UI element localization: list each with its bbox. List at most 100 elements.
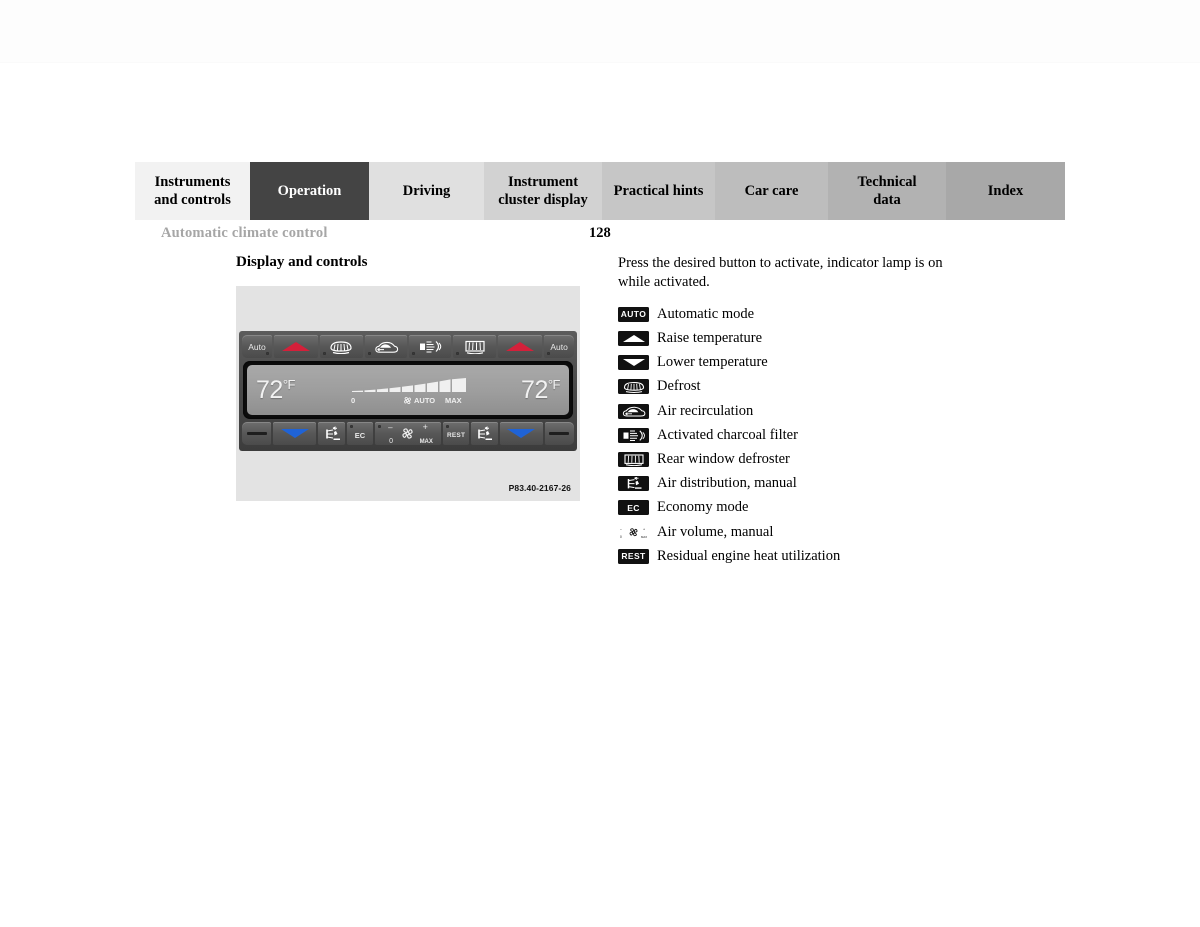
dash-icon [549, 432, 570, 435]
air-volume-scale: 0 AUTO MAX [346, 370, 470, 410]
indicator-lamp [367, 352, 371, 355]
raise-temperature-icon [505, 342, 534, 351]
legend-item: EC Economy mode [618, 496, 1038, 520]
raise-temperature-left-button[interactable] [273, 335, 319, 358]
chapter-tab-bar: Instruments and controls Operation Driving… [135, 162, 1065, 220]
air-volume-plus-label: + [422, 422, 428, 432]
air-volume-button[interactable]: – 0 + MAX [375, 422, 441, 445]
indicator-lamp [349, 425, 353, 428]
auto-left-button[interactable]: Auto [242, 335, 272, 358]
ec-text: EC [627, 502, 640, 513]
legend-item: Air recirculation [618, 399, 1038, 423]
air-distribution-left-button[interactable] [318, 422, 345, 445]
air-recirculation-icon [375, 341, 398, 353]
lower-temperature-icon [507, 429, 536, 438]
lower-temperature-left-button[interactable] [273, 422, 317, 445]
defrost-button[interactable] [320, 335, 363, 358]
lower-temperature-icon [618, 355, 649, 371]
economy-mode-button[interactable]: EC [346, 422, 374, 445]
page-number: 128 [589, 225, 611, 241]
lower-temperature-icon [622, 359, 645, 367]
legend-item: Activated charcoal filter [618, 423, 1038, 447]
scale-min-label: 0 [351, 396, 356, 405]
indicator-lamp [323, 352, 327, 355]
residual-heat-button[interactable]: REST [442, 422, 470, 445]
figure-caption: P83.40-2167-26 [508, 483, 571, 493]
defrost-icon [330, 341, 353, 354]
residual-heat-label: REST [447, 432, 466, 439]
right-temperature-unit: °F [547, 376, 561, 392]
tab-label: Instrument cluster display [498, 173, 588, 208]
tab-index[interactable]: Index [946, 162, 1065, 220]
legend-item-label: Air volume, manual [657, 523, 774, 540]
tab-label: Practical hints [613, 182, 704, 199]
legend-item-label: Rear window defroster [657, 450, 790, 467]
right-column: Press the desired button to activate, in… [618, 254, 1038, 568]
indicator-lamp [547, 352, 551, 355]
dash-icon [246, 432, 267, 435]
legend-item-label: Raise temperature [657, 330, 763, 347]
tab-instruments-and-controls[interactable]: Instruments and controls [135, 162, 250, 220]
air-volume-zero-label: 0 [389, 438, 393, 445]
lower-temperature-right-button[interactable] [499, 422, 543, 445]
tab-practical-hints[interactable]: Practical hints [602, 162, 715, 220]
legend-item-label: Activated charcoal filter [657, 426, 798, 443]
air-distribution-icon [325, 426, 340, 440]
intro-paragraph: Press the desired button to activate, in… [618, 255, 943, 291]
legend-item: Air distribution, manual [618, 472, 1038, 496]
indicator-lamp [412, 352, 416, 355]
blank-left-button[interactable] [242, 422, 272, 445]
right-temperature-value: 72 [521, 375, 548, 404]
running-head: Automatic climate control [161, 225, 328, 241]
tab-operation[interactable]: Operation [250, 162, 369, 220]
air-recirculation-button[interactable] [364, 335, 408, 358]
auto-right-button[interactable]: Auto [544, 335, 575, 358]
left-column: Display and controls Auto Auto 72°F 0 AU… [236, 254, 580, 501]
rear-window-defroster-icon [618, 451, 649, 467]
tab-technical-data[interactable]: Technical data [828, 162, 946, 220]
legend-item-label: Automatic mode [657, 305, 755, 322]
left-temperature-readout: 72°F [256, 376, 295, 405]
auto-right-label: Auto [550, 341, 568, 352]
indicator-lamp [378, 425, 382, 428]
raise-temperature-icon [622, 335, 645, 343]
air-distribution-right-button[interactable] [471, 422, 498, 445]
legend-item: – 0 + MAX Air volume, manual [618, 520, 1038, 544]
legend-item: Defrost [618, 375, 1038, 399]
lower-temperature-icon [280, 429, 309, 438]
indicator-lamp [456, 352, 460, 355]
top-button-row: Auto Auto [242, 335, 575, 358]
fan-glyph-icon [403, 396, 412, 406]
tab-car-care[interactable]: Car care [715, 162, 828, 220]
scale-labels: 0 AUTO MAX [346, 396, 470, 408]
bottom-button-row: EC – 0 + MAX REST [242, 422, 574, 445]
left-temperature-unit: °F [282, 376, 296, 392]
section-subheading: Display and controls [236, 254, 368, 270]
rest-text: REST [621, 551, 646, 562]
tab-driving[interactable]: Driving [369, 162, 484, 220]
rear-defroster-icon [465, 340, 485, 354]
raise-temperature-icon [618, 331, 649, 347]
auto-text: AUTO [620, 309, 647, 320]
legend-list: AUTO Automatic mode Raise temperature Lower… [618, 302, 1038, 568]
tab-label: Operation [277, 182, 342, 199]
raise-temperature-icon [282, 342, 311, 351]
svg-text:MAX: MAX [641, 535, 647, 539]
charcoal-filter-button[interactable] [409, 335, 452, 358]
tab-instrument-cluster-display[interactable]: Instrument cluster display [484, 162, 602, 220]
legend-item: Lower temperature [618, 351, 1038, 375]
legend-item-label: Defrost [657, 378, 701, 395]
legend-item: Raise temperature [618, 326, 1038, 350]
air-volume-max-label: MAX [419, 439, 433, 445]
air-volume-icon: – 0 + MAX [618, 525, 649, 540]
tab-label: Technical data [857, 173, 917, 208]
blank-right-button[interactable] [544, 422, 574, 445]
page-top-band [0, 0, 1200, 63]
charcoal-filter-icon [420, 341, 442, 353]
indicator-lamp [445, 425, 449, 428]
legend-item-label: Air distribution, manual [657, 475, 797, 492]
raise-temperature-right-button[interactable] [497, 335, 543, 358]
charcoal-filter-icon [618, 427, 649, 443]
rear-window-defroster-button[interactable] [453, 335, 496, 358]
economy-mode-label: EC [354, 431, 366, 440]
